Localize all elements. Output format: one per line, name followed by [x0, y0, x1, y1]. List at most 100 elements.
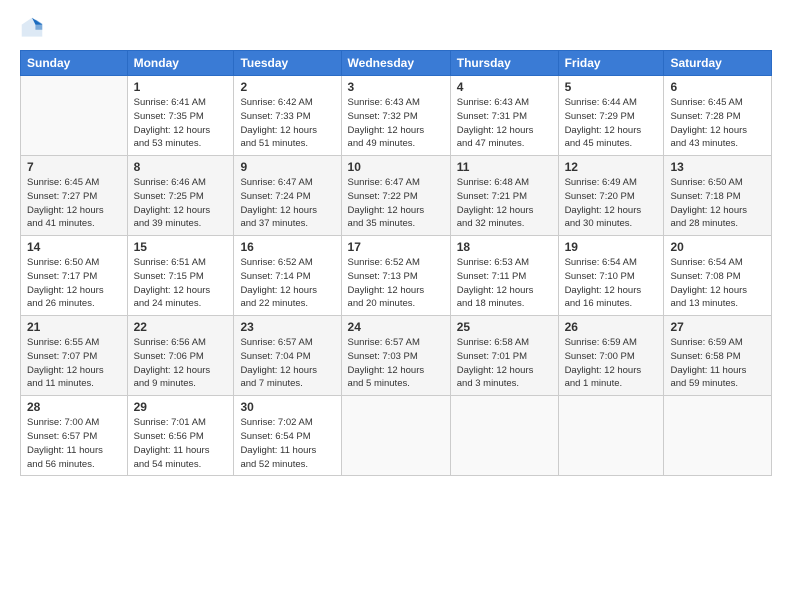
day-info: Sunrise: 6:45 AM Sunset: 7:28 PM Dayligh… [670, 96, 765, 151]
calendar-day-header: Monday [127, 51, 234, 76]
calendar-cell: 25 Sunrise: 6:58 AM Sunset: 7:01 PM Dayli… [450, 316, 558, 396]
calendar-header-row: SundayMondayTuesdayWednesdayThursdayFrid… [21, 51, 772, 76]
day-info: Sunrise: 6:49 AM Sunset: 7:20 PM Dayligh… [565, 176, 658, 231]
day-info: Sunrise: 6:48 AM Sunset: 7:21 PM Dayligh… [457, 176, 552, 231]
day-info: Sunrise: 6:58 AM Sunset: 7:01 PM Dayligh… [457, 336, 552, 391]
day-info: Sunrise: 7:01 AM Sunset: 6:56 PM Dayligh… [134, 416, 228, 471]
calendar-cell [341, 396, 450, 476]
day-number: 18 [457, 240, 552, 254]
day-number: 21 [27, 320, 121, 334]
calendar-cell [21, 76, 128, 156]
day-number: 24 [348, 320, 444, 334]
day-info: Sunrise: 6:52 AM Sunset: 7:14 PM Dayligh… [240, 256, 334, 311]
day-info: Sunrise: 6:44 AM Sunset: 7:29 PM Dayligh… [565, 96, 658, 151]
calendar-cell: 6 Sunrise: 6:45 AM Sunset: 7:28 PM Daylig… [664, 76, 772, 156]
calendar-day-header: Friday [558, 51, 664, 76]
calendar-cell: 12 Sunrise: 6:49 AM Sunset: 7:20 PM Dayli… [558, 156, 664, 236]
calendar-cell: 16Sunrise: 6:52 AM Sunset: 7:14 PM Dayli… [234, 236, 341, 316]
calendar-cell: 14Sunrise: 6:50 AM Sunset: 7:17 PM Dayli… [21, 236, 128, 316]
day-number: 19 [565, 240, 658, 254]
calendar-day-header: Tuesday [234, 51, 341, 76]
day-number: 4 [457, 80, 552, 94]
day-number: 26 [565, 320, 658, 334]
page-header [20, 16, 772, 40]
day-info: Sunrise: 6:47 AM Sunset: 7:22 PM Dayligh… [348, 176, 444, 231]
day-number: 6 [670, 80, 765, 94]
day-info: Sunrise: 6:50 AM Sunset: 7:18 PM Dayligh… [670, 176, 765, 231]
calendar-cell [450, 396, 558, 476]
calendar-cell: 2 Sunrise: 6:42 AM Sunset: 7:33 PM Daylig… [234, 76, 341, 156]
day-number: 14 [27, 240, 121, 254]
day-number: 3 [348, 80, 444, 94]
calendar-cell: 1 Sunrise: 6:41 AM Sunset: 7:35 PM Daylig… [127, 76, 234, 156]
day-info: Sunrise: 6:53 AM Sunset: 7:11 PM Dayligh… [457, 256, 552, 311]
calendar-cell: 9 Sunrise: 6:47 AM Sunset: 7:24 PM Daylig… [234, 156, 341, 236]
calendar-cell: 15Sunrise: 6:51 AM Sunset: 7:15 PM Dayli… [127, 236, 234, 316]
day-number: 1 [134, 80, 228, 94]
day-info: Sunrise: 6:42 AM Sunset: 7:33 PM Dayligh… [240, 96, 334, 151]
calendar-cell: 22 Sunrise: 6:56 AM Sunset: 7:06 PM Dayli… [127, 316, 234, 396]
day-info: Sunrise: 6:45 AM Sunset: 7:27 PM Dayligh… [27, 176, 121, 231]
day-info: Sunrise: 6:47 AM Sunset: 7:24 PM Dayligh… [240, 176, 334, 231]
day-number: 23 [240, 320, 334, 334]
day-info: Sunrise: 6:51 AM Sunset: 7:15 PM Dayligh… [134, 256, 228, 311]
day-number: 28 [27, 400, 121, 414]
day-number: 10 [348, 160, 444, 174]
logo [20, 16, 48, 40]
calendar-cell: 7 Sunrise: 6:45 AM Sunset: 7:27 PM Daylig… [21, 156, 128, 236]
calendar-cell: 10 Sunrise: 6:47 AM Sunset: 7:22 PM Dayli… [341, 156, 450, 236]
calendar-cell: 19 Sunrise: 6:54 AM Sunset: 7:10 PM Dayli… [558, 236, 664, 316]
calendar-cell: 3 Sunrise: 6:43 AM Sunset: 7:32 PM Daylig… [341, 76, 450, 156]
day-number: 9 [240, 160, 334, 174]
calendar-cell: 26 Sunrise: 6:59 AM Sunset: 7:00 PM Dayli… [558, 316, 664, 396]
day-number: 27 [670, 320, 765, 334]
calendar-week-row: 21 Sunrise: 6:55 AM Sunset: 7:07 PM Dayli… [21, 316, 772, 396]
day-number: 17 [348, 240, 444, 254]
calendar-cell: 8Sunrise: 6:46 AM Sunset: 7:25 PM Daylig… [127, 156, 234, 236]
day-info: Sunrise: 6:52 AM Sunset: 7:13 PM Dayligh… [348, 256, 444, 311]
day-number: 11 [457, 160, 552, 174]
calendar-day-header: Sunday [21, 51, 128, 76]
day-info: Sunrise: 6:46 AM Sunset: 7:25 PM Dayligh… [134, 176, 228, 231]
calendar-week-row: 1 Sunrise: 6:41 AM Sunset: 7:35 PM Daylig… [21, 76, 772, 156]
calendar-cell: 18 Sunrise: 6:53 AM Sunset: 7:11 PM Dayli… [450, 236, 558, 316]
day-info: Sunrise: 6:59 AM Sunset: 6:58 PM Dayligh… [670, 336, 765, 391]
day-info: Sunrise: 6:57 AM Sunset: 7:04 PM Dayligh… [240, 336, 334, 391]
calendar-day-header: Saturday [664, 51, 772, 76]
day-number: 5 [565, 80, 658, 94]
calendar-day-header: Wednesday [341, 51, 450, 76]
calendar-cell: 23 Sunrise: 6:57 AM Sunset: 7:04 PM Dayli… [234, 316, 341, 396]
calendar-cell: 4 Sunrise: 6:43 AM Sunset: 7:31 PM Daylig… [450, 76, 558, 156]
calendar-table: SundayMondayTuesdayWednesdayThursdayFrid… [20, 50, 772, 476]
calendar-week-row: 28 Sunrise: 7:00 AM Sunset: 6:57 PM Dayli… [21, 396, 772, 476]
day-number: 25 [457, 320, 552, 334]
day-number: 12 [565, 160, 658, 174]
calendar-cell: 13Sunrise: 6:50 AM Sunset: 7:18 PM Dayli… [664, 156, 772, 236]
day-number: 7 [27, 160, 121, 174]
calendar-week-row: 7 Sunrise: 6:45 AM Sunset: 7:27 PM Daylig… [21, 156, 772, 236]
calendar-week-row: 14Sunrise: 6:50 AM Sunset: 7:17 PM Dayli… [21, 236, 772, 316]
day-info: Sunrise: 6:41 AM Sunset: 7:35 PM Dayligh… [134, 96, 228, 151]
day-info: Sunrise: 6:54 AM Sunset: 7:10 PM Dayligh… [565, 256, 658, 311]
calendar-cell: 24 Sunrise: 6:57 AM Sunset: 7:03 PM Dayli… [341, 316, 450, 396]
day-number: 30 [240, 400, 334, 414]
day-info: Sunrise: 7:02 AM Sunset: 6:54 PM Dayligh… [240, 416, 334, 471]
day-number: 20 [670, 240, 765, 254]
day-info: Sunrise: 7:00 AM Sunset: 6:57 PM Dayligh… [27, 416, 121, 471]
calendar-cell: 5 Sunrise: 6:44 AM Sunset: 7:29 PM Daylig… [558, 76, 664, 156]
day-number: 2 [240, 80, 334, 94]
day-info: Sunrise: 6:57 AM Sunset: 7:03 PM Dayligh… [348, 336, 444, 391]
day-number: 22 [134, 320, 228, 334]
day-info: Sunrise: 6:59 AM Sunset: 7:00 PM Dayligh… [565, 336, 658, 391]
day-info: Sunrise: 6:43 AM Sunset: 7:32 PM Dayligh… [348, 96, 444, 151]
calendar-cell [664, 396, 772, 476]
day-info: Sunrise: 6:56 AM Sunset: 7:06 PM Dayligh… [134, 336, 228, 391]
day-info: Sunrise: 6:55 AM Sunset: 7:07 PM Dayligh… [27, 336, 121, 391]
calendar-cell: 11 Sunrise: 6:48 AM Sunset: 7:21 PM Dayli… [450, 156, 558, 236]
calendar-cell: 27 Sunrise: 6:59 AM Sunset: 6:58 PM Dayli… [664, 316, 772, 396]
logo-icon [20, 16, 44, 40]
calendar-cell: 29Sunrise: 7:01 AM Sunset: 6:56 PM Dayli… [127, 396, 234, 476]
calendar-cell: 17 Sunrise: 6:52 AM Sunset: 7:13 PM Dayli… [341, 236, 450, 316]
day-info: Sunrise: 6:43 AM Sunset: 7:31 PM Dayligh… [457, 96, 552, 151]
calendar-cell: 30 Sunrise: 7:02 AM Sunset: 6:54 PM Dayli… [234, 396, 341, 476]
